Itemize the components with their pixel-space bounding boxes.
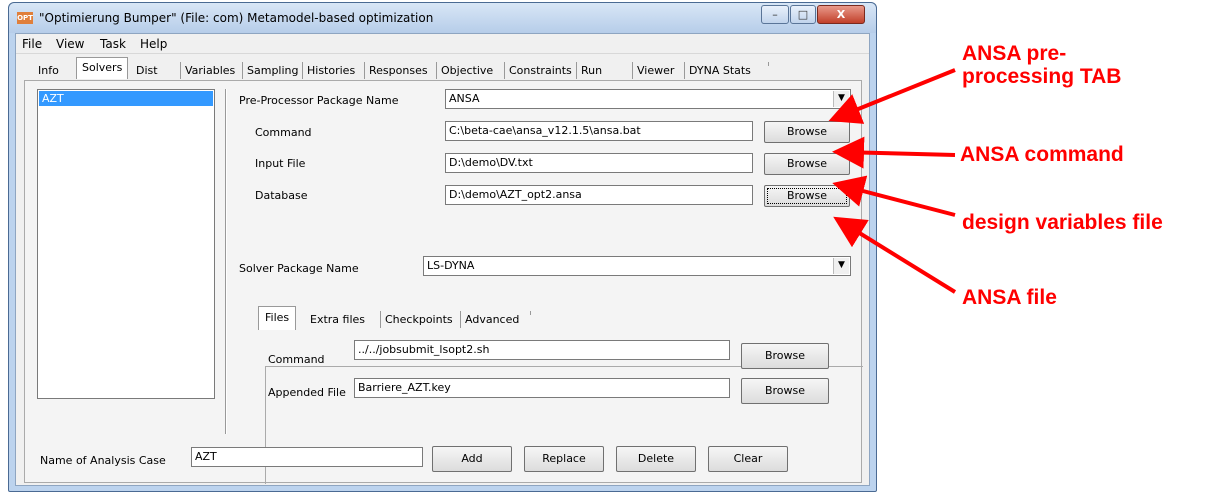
arrow-to-preprocessor-select — [828, 68, 956, 124]
arrow-to-input-browse — [832, 175, 956, 217]
arrow-to-database-browse — [833, 216, 957, 294]
arrow-to-command-browse — [832, 136, 956, 169]
annotation-arrows — [828, 68, 957, 294]
